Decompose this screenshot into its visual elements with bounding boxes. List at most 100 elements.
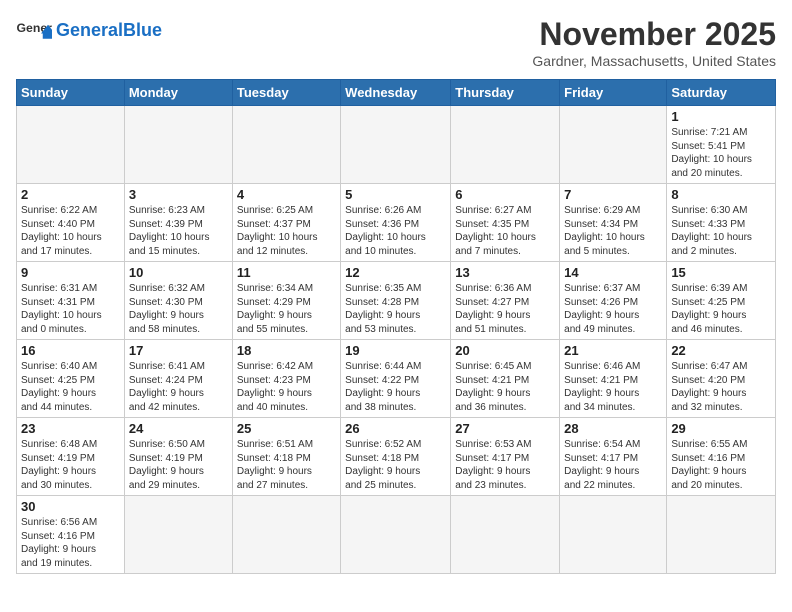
calendar-day-cell (560, 106, 667, 184)
day-number: 18 (237, 343, 336, 358)
page-header: General GeneralBlue November 2025 Gardne… (16, 16, 776, 69)
logo: General GeneralBlue (16, 16, 162, 44)
calendar-week-row: 2 Sunrise: 6:22 AM Sunset: 4:40 PM Daylig… (17, 184, 776, 262)
location: Gardner, Massachusetts, United States (532, 53, 776, 69)
day-number: 4 (237, 187, 336, 202)
day-info: Sunrise: 6:26 AM Sunset: 4:36 PM Dayligh… (345, 204, 446, 258)
day-info: Sunrise: 6:37 AM Sunset: 4:26 PM Dayligh… (564, 282, 662, 336)
calendar-day-cell: 20 Sunrise: 6:45 AM Sunset: 4:21 PM Dayli… (451, 340, 560, 418)
day-info: Sunrise: 6:22 AM Sunset: 4:40 PM Dayligh… (21, 204, 120, 258)
day-number: 10 (129, 265, 228, 280)
calendar-day-cell: 3 Sunrise: 6:23 AM Sunset: 4:39 PM Daylig… (124, 184, 232, 262)
calendar-header-cell: Friday (560, 80, 667, 106)
day-info: Sunrise: 6:48 AM Sunset: 4:19 PM Dayligh… (21, 438, 120, 492)
calendar-day-cell: 12 Sunrise: 6:35 AM Sunset: 4:28 PM Dayli… (341, 262, 451, 340)
calendar-day-cell: 9 Sunrise: 6:31 AM Sunset: 4:31 PM Daylig… (17, 262, 125, 340)
day-info: Sunrise: 6:56 AM Sunset: 4:16 PM Dayligh… (21, 516, 120, 570)
day-number: 27 (455, 421, 555, 436)
calendar-header-cell: Monday (124, 80, 232, 106)
day-number: 14 (564, 265, 662, 280)
calendar-day-cell: 7Sunrise: 6:29 AM Sunset: 4:34 PM Daylig… (560, 184, 667, 262)
calendar-day-cell: 6 Sunrise: 6:27 AM Sunset: 4:35 PM Daylig… (451, 184, 560, 262)
calendar-day-cell: 2 Sunrise: 6:22 AM Sunset: 4:40 PM Daylig… (17, 184, 125, 262)
day-number: 16 (21, 343, 120, 358)
calendar-day-cell: 4Sunrise: 6:25 AM Sunset: 4:37 PM Daylig… (232, 184, 340, 262)
calendar-day-cell (232, 496, 340, 574)
calendar-day-cell: 24Sunrise: 6:50 AM Sunset: 4:19 PM Dayli… (124, 418, 232, 496)
day-number: 22 (671, 343, 771, 358)
day-number: 9 (21, 265, 120, 280)
logo-text: GeneralBlue (56, 20, 162, 40)
day-info: Sunrise: 6:36 AM Sunset: 4:27 PM Dayligh… (455, 282, 555, 336)
calendar-day-cell: 21 Sunrise: 6:46 AM Sunset: 4:21 PM Dayli… (560, 340, 667, 418)
calendar-day-cell (124, 496, 232, 574)
day-info: Sunrise: 6:53 AM Sunset: 4:17 PM Dayligh… (455, 438, 555, 492)
calendar-week-row: 16 Sunrise: 6:40 AM Sunset: 4:25 PM Dayli… (17, 340, 776, 418)
day-info: Sunrise: 6:35 AM Sunset: 4:28 PM Dayligh… (345, 282, 446, 336)
calendar-day-cell: 26Sunrise: 6:52 AM Sunset: 4:18 PM Dayli… (341, 418, 451, 496)
calendar-day-cell: 11Sunrise: 6:34 AM Sunset: 4:29 PM Dayli… (232, 262, 340, 340)
day-info: Sunrise: 6:23 AM Sunset: 4:39 PM Dayligh… (129, 204, 228, 258)
calendar-day-cell: 8 Sunrise: 6:30 AM Sunset: 4:33 PM Daylig… (667, 184, 776, 262)
calendar-day-cell (124, 106, 232, 184)
calendar-day-cell: 13 Sunrise: 6:36 AM Sunset: 4:27 PM Dayli… (451, 262, 560, 340)
day-number: 20 (455, 343, 555, 358)
calendar-week-row: 30 Sunrise: 6:56 AM Sunset: 4:16 PM Dayli… (17, 496, 776, 574)
day-number: 24 (129, 421, 228, 436)
calendar-header-cell: Tuesday (232, 80, 340, 106)
day-number: 3 (129, 187, 228, 202)
calendar-day-cell: 30 Sunrise: 6:56 AM Sunset: 4:16 PM Dayli… (17, 496, 125, 574)
calendar-day-cell (232, 106, 340, 184)
day-info: Sunrise: 6:31 AM Sunset: 4:31 PM Dayligh… (21, 282, 120, 336)
calendar-week-row: 1Sunrise: 7:21 AM Sunset: 5:41 PM Daylig… (17, 106, 776, 184)
day-info: Sunrise: 6:51 AM Sunset: 4:18 PM Dayligh… (237, 438, 336, 492)
day-number: 2 (21, 187, 120, 202)
calendar-body: 1Sunrise: 7:21 AM Sunset: 5:41 PM Daylig… (17, 106, 776, 574)
day-info: Sunrise: 6:54 AM Sunset: 4:17 PM Dayligh… (564, 438, 662, 492)
calendar-day-cell (451, 106, 560, 184)
calendar-day-cell: 10Sunrise: 6:32 AM Sunset: 4:30 PM Dayli… (124, 262, 232, 340)
day-number: 28 (564, 421, 662, 436)
logo-icon: General (16, 16, 52, 44)
calendar-day-cell (451, 496, 560, 574)
calendar-day-cell: 16 Sunrise: 6:40 AM Sunset: 4:25 PM Dayli… (17, 340, 125, 418)
day-info: Sunrise: 6:40 AM Sunset: 4:25 PM Dayligh… (21, 360, 120, 414)
day-number: 26 (345, 421, 446, 436)
day-number: 1 (671, 109, 771, 124)
day-info: Sunrise: 6:29 AM Sunset: 4:34 PM Dayligh… (564, 204, 662, 258)
calendar-day-cell: 22 Sunrise: 6:47 AM Sunset: 4:20 PM Dayli… (667, 340, 776, 418)
calendar-day-cell (17, 106, 125, 184)
calendar-day-cell: 1Sunrise: 7:21 AM Sunset: 5:41 PM Daylig… (667, 106, 776, 184)
day-number: 13 (455, 265, 555, 280)
day-number: 19 (345, 343, 446, 358)
day-info: Sunrise: 6:55 AM Sunset: 4:16 PM Dayligh… (671, 438, 771, 492)
calendar-day-cell: 23Sunrise: 6:48 AM Sunset: 4:19 PM Dayli… (17, 418, 125, 496)
calendar: SundayMondayTuesdayWednesdayThursdayFrid… (16, 79, 776, 574)
calendar-header-cell: Thursday (451, 80, 560, 106)
calendar-week-row: 9 Sunrise: 6:31 AM Sunset: 4:31 PM Daylig… (17, 262, 776, 340)
calendar-day-cell (560, 496, 667, 574)
calendar-day-cell: 19Sunrise: 6:44 AM Sunset: 4:22 PM Dayli… (341, 340, 451, 418)
calendar-day-cell: 17Sunrise: 6:41 AM Sunset: 4:24 PM Dayli… (124, 340, 232, 418)
calendar-day-cell: 29Sunrise: 6:55 AM Sunset: 4:16 PM Dayli… (667, 418, 776, 496)
day-info: Sunrise: 6:46 AM Sunset: 4:21 PM Dayligh… (564, 360, 662, 414)
month-title: November 2025 (532, 16, 776, 53)
day-number: 8 (671, 187, 771, 202)
day-info: Sunrise: 6:30 AM Sunset: 4:33 PM Dayligh… (671, 204, 771, 258)
day-number: 25 (237, 421, 336, 436)
calendar-day-cell (667, 496, 776, 574)
day-number: 30 (21, 499, 120, 514)
calendar-day-cell: 15 Sunrise: 6:39 AM Sunset: 4:25 PM Dayli… (667, 262, 776, 340)
day-number: 6 (455, 187, 555, 202)
day-info: Sunrise: 6:41 AM Sunset: 4:24 PM Dayligh… (129, 360, 228, 414)
day-number: 21 (564, 343, 662, 358)
day-number: 12 (345, 265, 446, 280)
calendar-day-cell: 18Sunrise: 6:42 AM Sunset: 4:23 PM Dayli… (232, 340, 340, 418)
calendar-day-cell: 5Sunrise: 6:26 AM Sunset: 4:36 PM Daylig… (341, 184, 451, 262)
day-number: 15 (671, 265, 771, 280)
day-info: Sunrise: 6:39 AM Sunset: 4:25 PM Dayligh… (671, 282, 771, 336)
calendar-day-cell (341, 496, 451, 574)
day-info: Sunrise: 6:47 AM Sunset: 4:20 PM Dayligh… (671, 360, 771, 414)
day-info: Sunrise: 6:45 AM Sunset: 4:21 PM Dayligh… (455, 360, 555, 414)
day-info: Sunrise: 6:27 AM Sunset: 4:35 PM Dayligh… (455, 204, 555, 258)
